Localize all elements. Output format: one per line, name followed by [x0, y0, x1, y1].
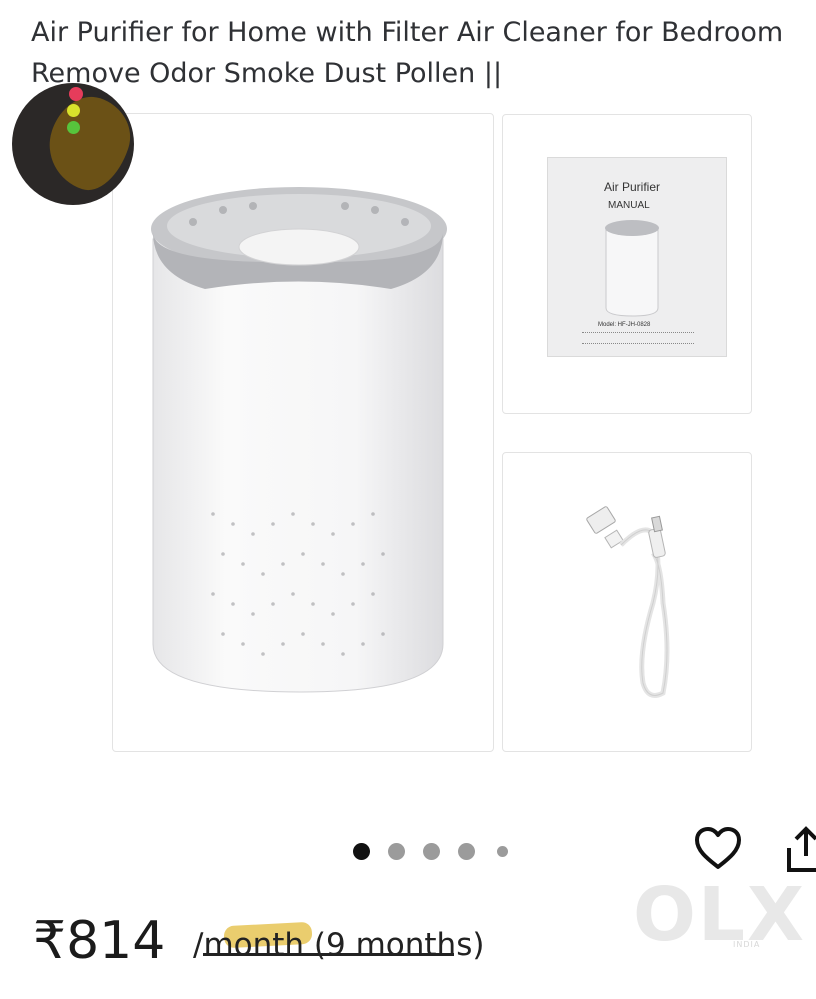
cable-image[interactable]	[502, 452, 752, 752]
carousel-dot[interactable]	[458, 843, 475, 860]
manual-booklet: Air Purifier MANUAL Model: HF-JH-0828	[547, 157, 727, 357]
green-indicator-dot	[67, 121, 80, 134]
carousel-dot[interactable]	[497, 846, 508, 857]
price-period-prefix: /	[193, 927, 204, 963]
floating-overlay-bubble[interactable]	[12, 83, 134, 205]
price-period: /month (9 months)	[193, 920, 484, 970]
price-amount: ₹814	[33, 911, 166, 971]
overlay-blob	[37, 87, 134, 199]
olx-watermark: OLX	[633, 872, 807, 958]
product-title-line-2: Remove Odor Smoke Dust Pollen ||	[31, 58, 503, 89]
carousel-dot[interactable]	[388, 843, 405, 860]
share-button[interactable]	[786, 826, 816, 874]
olx-watermark-region: INDIA	[733, 940, 761, 949]
product-title: Air Purifier for Home with Filter Air Cl…	[31, 12, 816, 94]
carousel-indicator	[350, 840, 520, 862]
usb-cable-illustration	[586, 506, 670, 698]
favorite-button[interactable]	[694, 826, 742, 872]
share-icon	[787, 826, 816, 872]
heart-icon	[695, 827, 741, 869]
manual-model: Model: HF-JH-0828	[598, 322, 651, 328]
air-purifier-illustration	[151, 187, 447, 693]
manual-image[interactable]: Air Purifier MANUAL Model: HF-JH-0828	[502, 114, 752, 414]
yellow-indicator-dot	[67, 104, 80, 117]
price-period-struck: month (9 months	[203, 927, 473, 963]
manual-fine-print	[582, 332, 694, 344]
price-period-suffix: )	[472, 927, 485, 963]
product-title-line-1: Air Purifier for Home with Filter Air Cl…	[31, 17, 784, 48]
main-product-image[interactable]	[112, 113, 494, 752]
carousel-dot[interactable]	[423, 843, 440, 860]
carousel-dot[interactable]	[353, 843, 370, 860]
red-indicator-dot	[69, 87, 83, 101]
